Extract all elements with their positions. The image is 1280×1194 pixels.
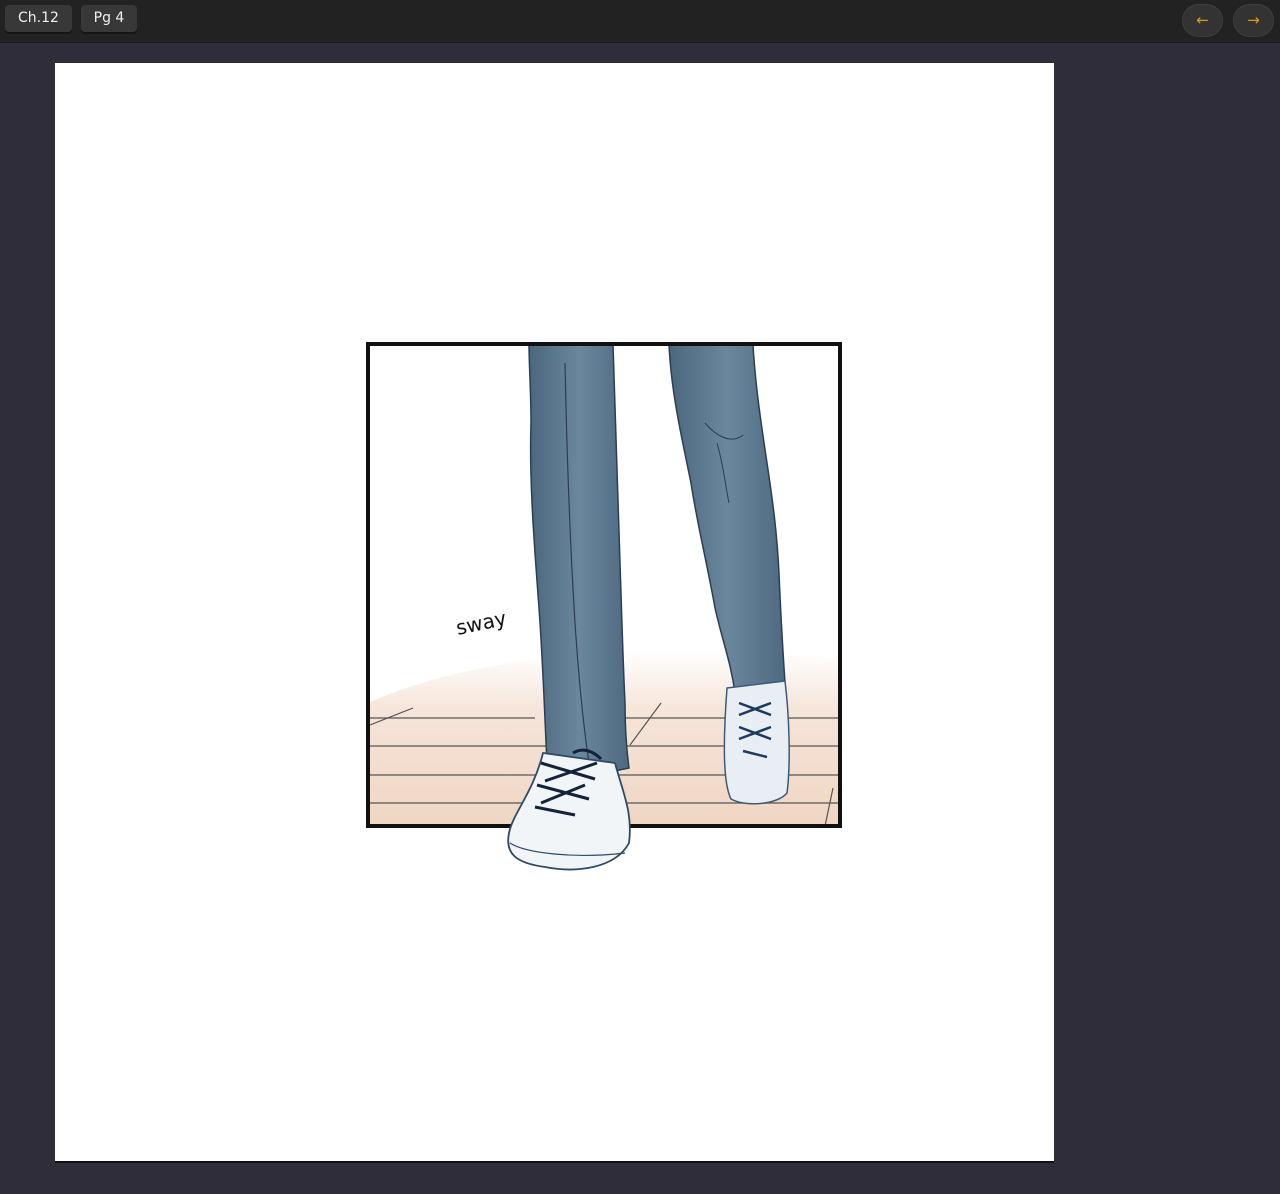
reader-toolbar: Ch.12 Pg 4 ← → — [0, 0, 1280, 42]
panel-interior — [368, 344, 840, 826]
comic-panel-art: sway — [366, 342, 842, 871]
arrow-right-icon: → — [1247, 11, 1260, 29]
arrow-left-icon: ← — [1196, 11, 1209, 29]
comic-page[interactable]: sway — [55, 63, 1054, 1161]
chapter-button[interactable]: Ch.12 — [5, 5, 72, 32]
prev-page-button[interactable]: ← — [1182, 4, 1223, 37]
next-page-button[interactable]: → — [1233, 4, 1274, 37]
page-button[interactable]: Pg 4 — [81, 5, 137, 32]
